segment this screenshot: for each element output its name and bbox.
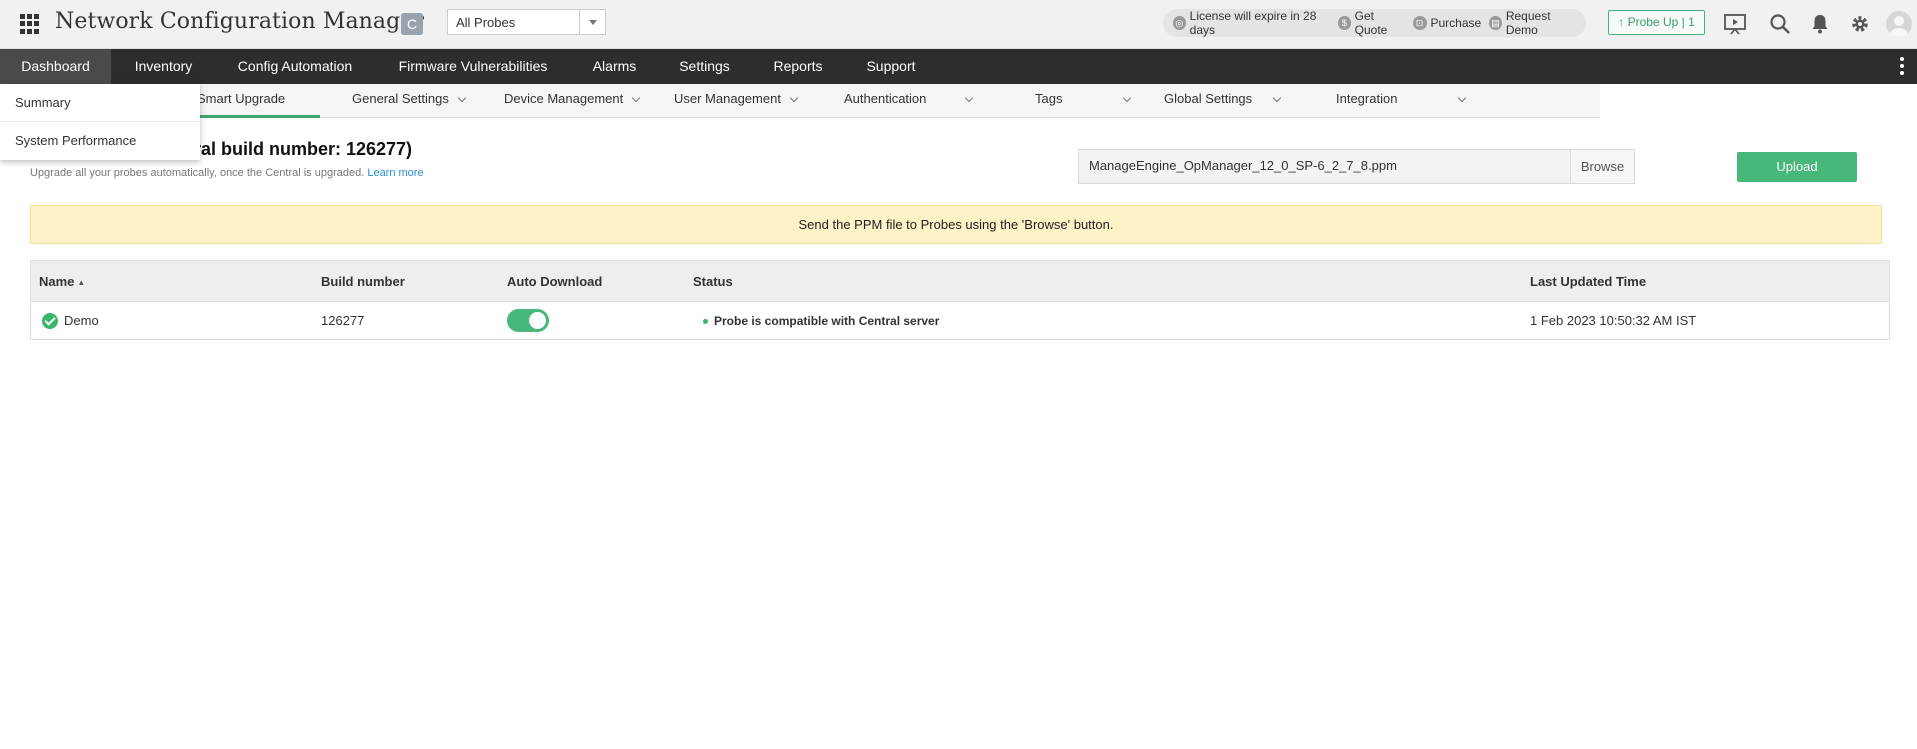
sort-asc-icon: ▲ xyxy=(77,278,86,288)
search-icon[interactable] xyxy=(1768,12,1792,36)
chevron-down-icon xyxy=(631,93,641,103)
probe-build-number: 126277 xyxy=(321,313,365,328)
chevron-down-icon xyxy=(457,93,467,103)
get-quote-link[interactable]: $ Get Quote xyxy=(1338,9,1404,37)
nav-tab-inventory[interactable]: Inventory xyxy=(111,49,216,84)
license-bar: ◎ License will expire in 28 days $ Get Q… xyxy=(1163,9,1586,37)
learn-more-link[interactable]: Learn more xyxy=(367,167,423,179)
subnav-tab-authentication[interactable]: Authentication xyxy=(844,84,974,118)
ppm-file-field[interactable]: ManageEngine_OpManager_12_0_SP-6_2_7_8.p… xyxy=(1078,149,1635,184)
browse-button[interactable]: Browse xyxy=(1570,150,1634,183)
cart-icon: ⊡ xyxy=(1412,16,1427,30)
request-demo-link[interactable]: ▤ Request Demo xyxy=(1489,9,1578,37)
nav-tab-dashboard[interactable]: Dashboard xyxy=(0,49,111,84)
subnav-label: Device Management xyxy=(504,91,624,106)
subnav-label: Authentication xyxy=(844,91,927,106)
top-header: Network Configuration Manager C All Prob… xyxy=(0,0,1917,49)
chevron-down-icon xyxy=(1272,93,1282,103)
subnav-label: Global Settings xyxy=(1164,91,1253,106)
status-dot-icon xyxy=(703,319,708,325)
subnav-tab-integration[interactable]: Integration xyxy=(1336,84,1467,118)
app-grid-icon[interactable] xyxy=(20,14,40,34)
probe-up-button[interactable]: ↑ Probe Up | 1 xyxy=(1608,10,1705,35)
purchase-label: Purchase xyxy=(1430,16,1482,30)
license-expiry-link[interactable]: ◎ License will expire in 28 days xyxy=(1173,9,1330,37)
gear-icon[interactable] xyxy=(1848,12,1872,36)
probe-select-value: All Probes xyxy=(456,15,516,30)
subnav-label: General Settings xyxy=(352,91,449,106)
nav-tab-alarms[interactable]: Alarms xyxy=(572,49,657,84)
get-quote-label: Get Quote xyxy=(1354,9,1388,37)
subnav-label: Tags xyxy=(1035,91,1063,106)
more-options-icon[interactable] xyxy=(1900,57,1906,77)
user-avatar[interactable] xyxy=(1886,11,1912,37)
probe-select[interactable]: All Probes xyxy=(447,9,606,35)
column-header-label: Name xyxy=(39,274,75,289)
auto-download-toggle[interactable] xyxy=(507,309,549,332)
main-nav: Dashboard Inventory Config Automation Fi… xyxy=(0,49,1917,84)
nav-tab-firmware-vulnerabilities[interactable]: Firmware Vulnerabilities xyxy=(374,49,572,84)
central-badge: C xyxy=(401,13,423,35)
purchase-link[interactable]: ⊡ Purchase xyxy=(1412,16,1482,30)
probe-status: Probe is compatible with Central server xyxy=(703,302,939,339)
column-header-build-number: Build number xyxy=(321,274,405,289)
bell-icon[interactable] xyxy=(1808,12,1832,36)
subnav-tab-general-settings[interactable]: General Settings xyxy=(352,84,467,118)
check-circle-icon xyxy=(42,313,58,329)
upload-button[interactable]: Upload xyxy=(1737,152,1857,182)
presentation-icon[interactable] xyxy=(1723,12,1747,36)
page-title: ntral build number: 126277) xyxy=(177,139,413,159)
subnav-tab-user-management[interactable]: User Management xyxy=(674,84,799,118)
table-header: Name ▲ Build number Auto Download Status … xyxy=(31,261,1889,302)
nav-tab-settings[interactable]: Settings xyxy=(657,49,752,84)
subnav-tab-device-management[interactable]: Device Management xyxy=(504,84,641,118)
menu-item-summary[interactable]: Summary xyxy=(0,84,200,122)
column-header-auto-download: Auto Download xyxy=(507,274,603,289)
column-header-status: Status xyxy=(693,274,733,289)
chevron-down-icon xyxy=(579,10,605,34)
subtitle-text: Upgrade all your probes automatically, o… xyxy=(30,167,365,179)
subnav-label: Integration xyxy=(1336,91,1398,106)
table-row: Demo 126277 Probe is compatible with Cen… xyxy=(31,302,1889,339)
license-expiry-label: License will expire in 28 days xyxy=(1189,9,1317,37)
subnav-label: Smart Upgrade xyxy=(197,91,286,106)
quote-icon: $ xyxy=(1338,16,1351,30)
chevron-down-icon xyxy=(1123,93,1132,103)
page-subtitle: Upgrade all your probes automatically, o… xyxy=(30,167,424,179)
subnav-tab-global-settings[interactable]: Global Settings xyxy=(1164,84,1282,118)
nav-tab-support[interactable]: Support xyxy=(844,49,938,84)
dashboard-dropdown-menu: Summary System Performance xyxy=(0,84,200,160)
status-text: Probe is compatible with Central server xyxy=(714,314,940,328)
subnav-label: User Management xyxy=(674,91,781,106)
app-title: Network Configuration Manager xyxy=(55,9,425,34)
chevron-down-icon xyxy=(789,93,799,103)
nav-tab-config-automation[interactable]: Config Automation xyxy=(216,49,374,84)
column-header-last-updated: Last Updated Time xyxy=(1530,274,1647,289)
license-icon: ◎ xyxy=(1173,16,1186,30)
sub-nav: Smart Upgrade General Settings Device Ma… xyxy=(0,84,1600,118)
request-demo-label: Request Demo xyxy=(1505,9,1551,37)
column-header-name[interactable]: Name ▲ xyxy=(39,261,85,302)
probe-name: Demo xyxy=(64,313,99,328)
info-banner: Send the PPM file to Probes using the 'B… xyxy=(30,205,1882,244)
demo-icon: ▤ xyxy=(1489,16,1502,30)
chevron-down-icon xyxy=(1458,93,1467,103)
probes-table: Name ▲ Build number Auto Download Status … xyxy=(30,260,1890,340)
selected-file-name: ManageEngine_OpManager_12_0_SP-6_2_7_8.p… xyxy=(1089,158,1397,173)
chevron-down-icon xyxy=(965,93,974,103)
nav-tab-reports[interactable]: Reports xyxy=(752,49,844,84)
menu-item-system-performance[interactable]: System Performance xyxy=(0,122,200,160)
subnav-tab-tags[interactable]: Tags xyxy=(1035,84,1132,118)
last-updated-time: 1 Feb 2023 10:50:32 AM IST xyxy=(1530,313,1697,328)
